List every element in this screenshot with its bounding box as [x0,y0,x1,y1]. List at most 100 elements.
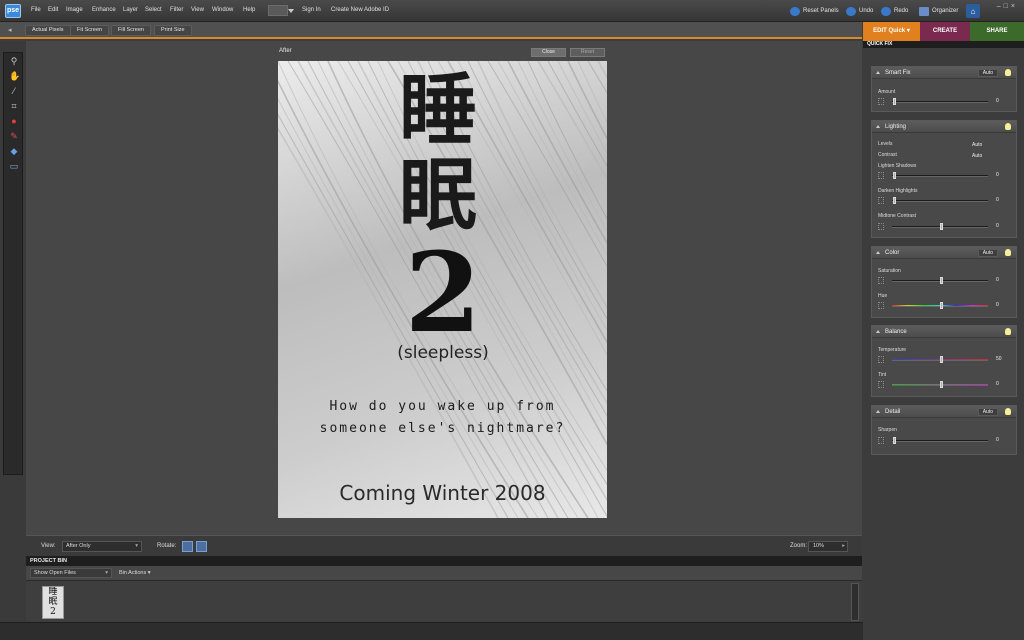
lighten-shadows-slider[interactable]: 0 [878,172,1014,179]
tip-bulb-icon[interactable] [1005,69,1011,76]
collapse-triangle-icon [876,251,880,254]
bin-actions-label: Bin Actions [119,570,147,576]
arrange-layout-button[interactable] [268,5,294,16]
lighten-shadows-value: 0 [996,172,999,178]
balance-title: Balance [885,329,907,335]
amount-thumb[interactable] [893,98,896,105]
undo-button[interactable]: Undo [846,4,873,18]
tip-bulb-icon[interactable] [1005,328,1011,335]
darken-highlights-value: 0 [996,197,999,203]
fill-screen-button[interactable]: Fill Screen [111,25,151,36]
tint-slider[interactable]: 0 [878,381,1014,388]
tab-edit-label: EDIT Quick [873,28,906,34]
undo-label: Undo [859,8,874,14]
menu-edit[interactable]: Edit [48,7,58,13]
quick-selection-tool-icon[interactable]: ⁄ [9,86,19,96]
menu-window[interactable]: Window [212,7,233,13]
lighten-shadows-track[interactable] [892,175,988,177]
saturation-thumb[interactable] [940,277,943,284]
rotate-right-icon[interactable] [196,541,207,552]
menu-file[interactable]: File [31,7,41,13]
make-dull-sky-blue-icon[interactable]: ◆ [9,146,19,156]
view-dropdown[interactable]: After Only ▾ [62,541,142,552]
midtone-contrast-thumb[interactable] [940,223,943,230]
menu-layer[interactable]: Layer [123,7,138,13]
project-bin-header: PROJECT BIN [26,556,862,566]
menu-filter[interactable]: Filter [170,7,183,13]
bin-scrollbar[interactable] [851,583,859,621]
tip-bulb-icon[interactable] [1005,123,1011,130]
darken-highlights-slider[interactable]: 0 [878,197,1014,204]
tint-label: Tint [878,372,887,378]
poster-subtitle: (sleepless) [397,343,489,363]
open-file-thumbnail[interactable]: 睡 眠 2 [42,586,64,619]
app-logo: pse [5,4,21,18]
red-eye-tool-icon[interactable]: ● [9,116,19,126]
tip-bulb-icon[interactable] [1005,249,1011,256]
grip-icon [878,302,884,309]
midtone-contrast-slider[interactable]: 0 [878,223,1014,230]
darken-highlights-track[interactable] [892,200,988,202]
redo-label: Redo [894,8,909,14]
redo-button[interactable]: Redo [881,4,908,18]
menu-view[interactable]: View [191,7,204,13]
zoom-tool-icon[interactable]: ⚲ [9,56,19,66]
sharpen-thumb[interactable] [893,437,896,444]
lighten-shadows-thumb[interactable] [893,172,896,179]
rotate-left-icon[interactable] [182,541,193,552]
contrast-auto-button[interactable]: Auto [972,153,982,159]
window-controls[interactable]: –□× [997,3,1018,10]
zoom-field[interactable]: 10% ▸ [808,541,848,552]
menu-help[interactable]: Help [243,7,255,13]
home-button[interactable]: ⌂ [966,4,980,18]
saturation-slider[interactable]: 0 [878,277,1014,284]
amount-slider[interactable]: 0 [878,98,1014,105]
sign-in-link[interactable]: Sign In [302,7,321,13]
black-white-tool-icon[interactable]: ▭ [9,161,19,171]
create-adobe-id-link[interactable]: Create New Adobe ID [331,7,389,13]
tab-share[interactable]: SHARE [970,22,1024,41]
hand-tool-icon[interactable]: ✋ [9,71,20,81]
bin-show-dropdown[interactable]: Show Open Files ▾ [30,568,112,578]
organizer-icon [919,6,929,16]
hue-slider[interactable]: 0 [878,302,1014,309]
darken-highlights-thumb[interactable] [893,197,896,204]
organizer-button[interactable]: Organizer [919,4,958,18]
saturation-value: 0 [996,277,999,283]
tip-bulb-icon[interactable] [1005,408,1011,415]
levels-auto-button[interactable]: Auto [972,142,982,148]
menu-select[interactable]: Select [145,7,162,13]
lighting-header[interactable]: Lighting [872,121,1016,133]
tab-create[interactable]: CREATE [920,22,970,41]
print-size-button[interactable]: Print Size [154,25,192,36]
color-auto-button[interactable]: Auto [977,249,998,257]
temperature-slider[interactable]: 50 [878,356,1014,363]
temperature-thumb[interactable] [940,356,943,363]
reset-panels-button[interactable]: Reset Panels [790,4,839,18]
amount-track[interactable] [892,101,988,103]
actual-pixels-button[interactable]: Actual Pixels [25,25,71,36]
color-header[interactable]: Color Auto [872,247,1016,259]
whiten-teeth-tool-icon[interactable]: ✎ [9,131,19,141]
temperature-value: 50 [996,356,1002,362]
menu-image[interactable]: Image [66,7,83,13]
smart-fix-auto-button[interactable]: Auto [977,69,998,77]
tint-thumb[interactable] [940,381,943,388]
crop-tool-icon[interactable]: ⌗ [9,101,19,111]
reset-button[interactable]: Reset [570,48,605,57]
sharpen-track[interactable] [892,440,988,442]
smart-fix-header[interactable]: Smart Fix Auto [872,67,1016,79]
close-button[interactable]: Close [531,48,566,57]
fit-screen-button[interactable]: Fit Screen [70,25,110,36]
hue-label: Hue [878,293,888,299]
balance-header[interactable]: Balance [872,326,1016,338]
sharpen-slider[interactable]: 0 [878,437,1014,444]
detail-header[interactable]: Detail Auto [872,406,1016,418]
options-collapse-icon[interactable]: ◂ [8,26,12,34]
tab-edit[interactable]: EDIT Quick ▾ [863,22,920,41]
detail-section: Detail Auto Sharpen 0 [871,405,1017,455]
menu-enhance[interactable]: Enhance [92,7,116,13]
bin-actions-menu[interactable]: Bin Actions ▾ [119,570,151,576]
hue-thumb[interactable] [940,302,943,309]
detail-auto-button[interactable]: Auto [977,408,998,416]
